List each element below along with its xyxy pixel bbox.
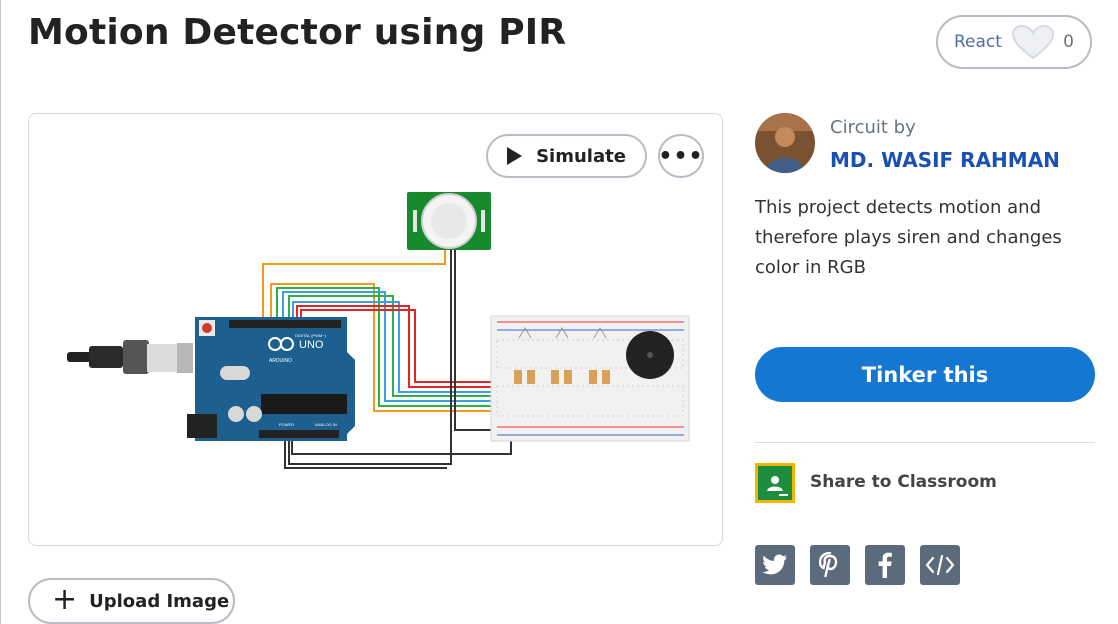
upload-label: Upload Image [89, 590, 230, 612]
embed-code-icon [925, 554, 955, 576]
circuit-by-label: Circuit by [830, 117, 916, 138]
google-classroom-icon[interactable] [755, 463, 795, 503]
breadboard [490, 315, 690, 442]
react-label: React [954, 32, 1002, 52]
pir-sensor [407, 192, 491, 250]
react-count: 0 [1063, 32, 1074, 52]
avatar[interactable] [755, 113, 815, 173]
author-link[interactable]: MD. WASIF RAHMAN [830, 148, 1060, 172]
facebook-share-button[interactable] [865, 545, 905, 585]
arduino-uno: UNO ARDUINO DIGITAL (PWM~) POWER ANALOG … [187, 317, 355, 441]
simulate-button[interactable]: Simulate [486, 134, 647, 178]
embed-share-button[interactable] [920, 545, 960, 585]
analog-label: ANALOG IN [315, 422, 337, 427]
avatar-image [755, 113, 815, 173]
pinterest-icon [819, 552, 838, 578]
share-to-classroom-link[interactable]: Share to Classroom [810, 472, 997, 492]
window-edge [0, 0, 1, 624]
circuit-viewer[interactable]: UNO ARDUINO DIGITAL (PWM~) POWER ANALOG … [28, 113, 723, 546]
brand-label: ARDUINO [269, 358, 292, 364]
usb-cable [67, 340, 193, 374]
circuit-diagram: UNO ARDUINO DIGITAL (PWM~) POWER ANALOG … [67, 192, 690, 469]
twitter-icon [762, 554, 787, 575]
twitter-share-button[interactable] [755, 545, 795, 585]
simulate-label: Simulate [536, 145, 626, 167]
heart-icon [1011, 24, 1054, 60]
more-options-button[interactable]: ••• [658, 134, 704, 178]
plus-icon: + [52, 581, 78, 617]
project-description: This project detects motion and therefor… [755, 197, 1062, 278]
board-label: UNO [299, 339, 324, 351]
pinterest-share-button[interactable] [810, 545, 850, 585]
upload-image-button[interactable]: + Upload Image [28, 578, 235, 624]
play-icon [507, 147, 523, 165]
power-label: POWER [279, 422, 294, 427]
facebook-icon [878, 552, 892, 578]
tinker-this-button[interactable]: Tinker this [755, 347, 1095, 402]
page-title: Motion Detector using PIR [28, 12, 567, 53]
divider [755, 442, 1095, 443]
react-button[interactable]: React 0 [936, 15, 1092, 69]
digital-label: DIGITAL (PWM~) [295, 333, 327, 338]
